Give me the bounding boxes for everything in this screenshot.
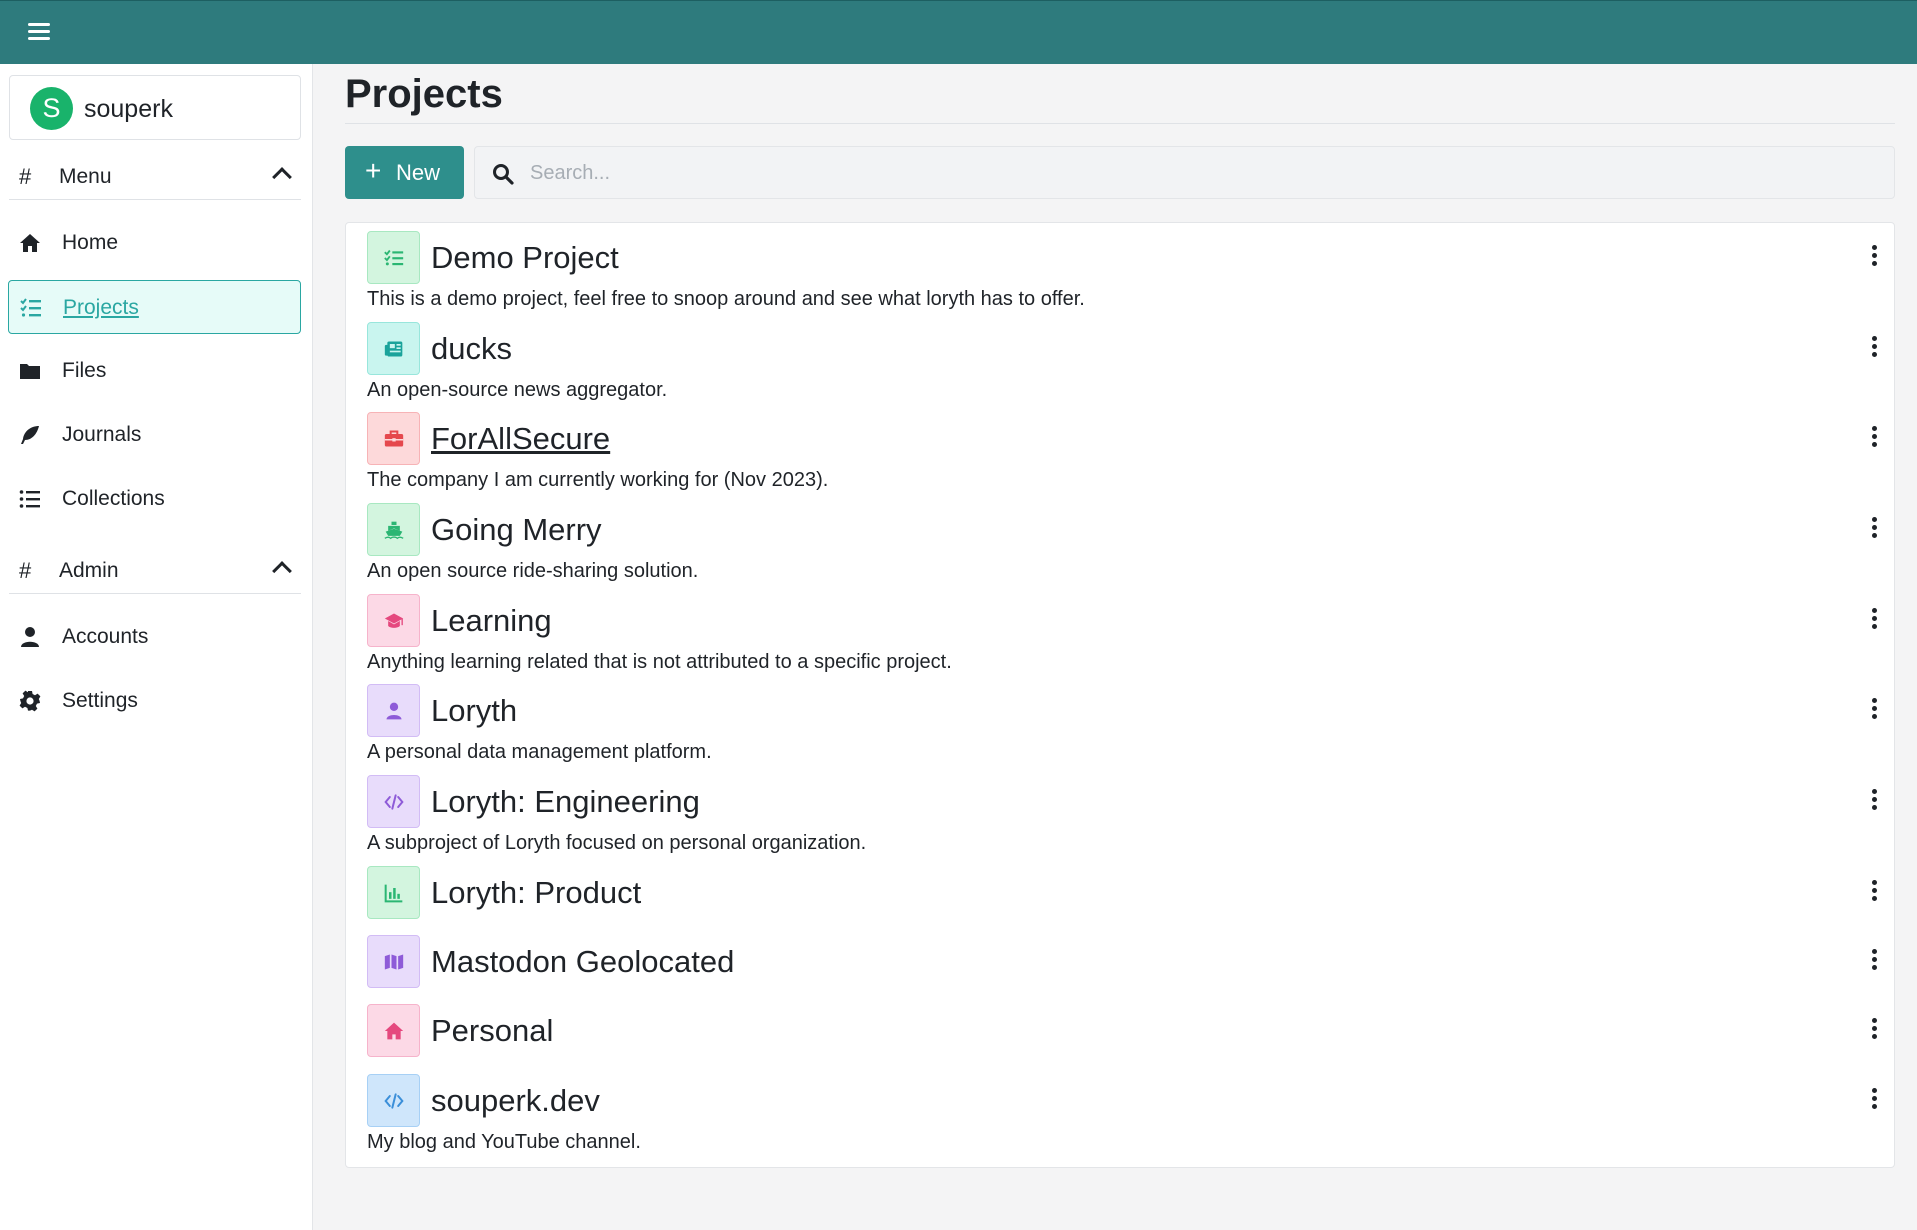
project-icon-box [367,775,420,828]
checklist-icon [20,298,41,317]
page-title: Projects [345,72,503,116]
code-icon [384,1093,404,1109]
project-description: My blog and YouTube channel. [367,1131,641,1153]
sidebar-item-label: Projects [63,296,139,319]
chevron-up-icon[interactable] [272,167,292,187]
feather-icon [21,426,39,444]
title-divider [345,123,1895,124]
sidebar: S souperk # Menu Home Projects Files Jou… [0,64,313,1230]
more-options-icon[interactable] [1866,426,1882,452]
new-button-label: New [396,160,441,185]
project-icon-box [367,412,420,465]
project-name[interactable]: ducks [431,331,512,367]
project-name[interactable]: ForAllSecure [431,421,610,457]
code-icon [384,794,404,810]
project-name[interactable]: Mastodon Geolocated [431,944,734,980]
project-name[interactable]: Demo Project [431,240,619,276]
bar-chart-icon [384,884,403,903]
new-project-button[interactable]: + New [345,146,464,199]
more-options-icon[interactable] [1866,789,1882,815]
more-options-icon[interactable] [1866,949,1882,975]
project-icon-box [367,594,420,647]
sidebar-item-settings[interactable]: Settings [8,674,301,728]
search-input[interactable] [530,155,1870,191]
sidebar-item-label: Accounts [62,625,149,648]
more-options-icon[interactable] [1866,698,1882,724]
more-options-icon[interactable] [1866,608,1882,634]
hash-icon: # [19,164,32,189]
project-name[interactable]: Going Merry [431,512,602,548]
project-icon-box [367,1004,420,1057]
more-options-icon[interactable] [1866,245,1882,271]
sidebar-item-label: Files [62,359,107,382]
sidebar-item-label: Settings [62,689,138,712]
project-icon-box [367,322,420,375]
hamburger-menu-icon[interactable] [28,23,50,41]
sidebar-item-label: Journals [62,423,142,446]
checklist-icon [384,249,404,266]
more-options-icon[interactable] [1866,517,1882,543]
user-icon [21,627,39,647]
project-icon-box [367,231,420,284]
briefcase-icon [384,430,404,447]
project-name[interactable]: Loryth [431,693,517,729]
username: souperk [84,95,173,123]
project-icon-box [367,935,420,988]
avatar: S [30,87,73,130]
project-name[interactable]: souperk.dev [431,1083,600,1119]
search-icon [493,164,514,185]
menu-section-label: Menu [59,165,112,188]
sidebar-item-projects[interactable]: Projects [8,280,301,334]
gear-icon [19,690,41,712]
more-options-icon[interactable] [1866,336,1882,362]
more-options-icon[interactable] [1866,1088,1882,1114]
project-icon-box [367,1074,420,1127]
user-icon [386,702,402,720]
project-description: This is a demo project, feel free to sno… [367,288,1085,310]
more-options-icon[interactable] [1866,1018,1882,1044]
newspaper-icon [384,341,403,357]
home-icon [20,234,40,252]
project-icon-box [367,866,420,919]
project-name[interactable]: Loryth: Product [431,875,641,911]
sidebar-item-home[interactable]: Home [8,216,301,270]
project-name[interactable]: Personal [431,1013,553,1049]
list-icon [19,490,40,508]
project-icon-box [367,503,420,556]
sidebar-item-collections[interactable]: Collections [8,472,301,526]
graduation-cap-icon [384,613,404,628]
main-content: Projects + New Demo Project This is a de… [313,64,1917,1230]
project-description: Anything learning related that is not at… [367,651,952,673]
project-description: A subproject of Loryth focused on person… [367,832,867,854]
menu-section-header[interactable]: # Menu [9,158,301,200]
sidebar-item-journals[interactable]: Journals [8,408,301,462]
project-description: An open source ride-sharing solution. [367,560,699,582]
sidebar-item-label: Collections [62,487,165,510]
sidebar-item-label: Home [62,231,119,254]
more-options-icon[interactable] [1866,880,1882,906]
chevron-up-icon[interactable] [272,561,292,581]
top-bar [0,0,1917,64]
plus-icon: + [365,155,382,186]
project-description: An open-source news aggregator. [367,379,668,401]
admin-section-label: Admin [59,559,119,582]
search-bar [474,146,1895,199]
sidebar-item-files[interactable]: Files [8,344,301,398]
project-name[interactable]: Loryth: Engineering [431,784,700,820]
ship-icon [384,521,404,540]
folder-icon [20,364,40,379]
admin-section-header[interactable]: # Admin [9,552,301,594]
home-icon [384,1022,404,1040]
project-icon-box [367,684,420,737]
project-description: The company I am currently working for (… [367,469,829,491]
sidebar-item-accounts[interactable]: Accounts [8,610,301,664]
hash-icon: # [19,558,32,583]
project-name[interactable]: Learning [431,603,552,639]
map-icon [384,954,404,970]
user-card[interactable]: S souperk [9,75,301,140]
project-list: Demo Project This is a demo project, fee… [345,222,1895,1168]
project-description: A personal data management platform. [367,741,712,763]
